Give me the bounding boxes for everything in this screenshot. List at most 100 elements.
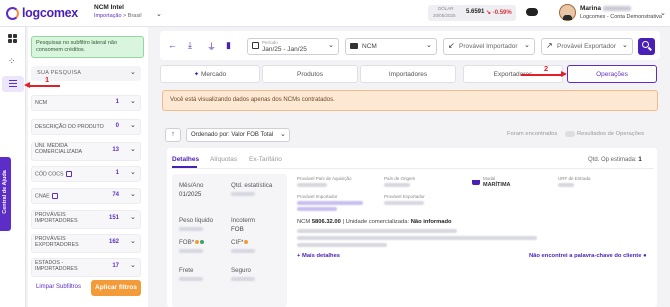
pais-aquisicao-label: Provável País de Aquisição [297,176,352,181]
filter-count: 1 [115,170,119,176]
importer-placeholder: Provável Importador [459,43,518,50]
chevron-down-icon[interactable]: ⌄ [130,121,136,129]
download-icon[interactable]: ⤓ [188,40,192,51]
cif-label-text: CIF* [231,239,244,246]
contract-warning: Você está visualizando dados apenas dos … [162,90,658,111]
info-dot-icon [244,240,249,245]
filter-label-text: CÓD COCS [35,171,64,178]
fob-label: FOB* [179,239,205,246]
annotation-arrow-2 [521,74,563,76]
tab-label: Mercado [200,71,227,78]
cloud-icon[interactable] [526,8,538,16]
tab-importadores[interactable]: Importadores [360,65,456,83]
keyword-not-found-text: Não encontrei a palavra-chave do cliente [529,253,642,259]
importador-redacted[interactable] [297,201,363,205]
info-icon [51,193,58,199]
ncm-select[interactable] [345,38,437,55]
chevron-down-icon: ⌄ [426,42,432,49]
filter-label: NCM [35,100,48,106]
qtd-estatistica-label: Qtd. estatística [231,182,273,189]
chevron-down-icon[interactable]: ⌄ [130,168,136,176]
tab-mercado[interactable]: ✦ Mercado [160,65,260,83]
info-dot-icon [195,240,200,245]
back-arrow-icon[interactable]: ← [168,40,177,50]
dolar-label: DÓLAR [438,6,454,11]
filter-label-text: CNAE [35,193,50,200]
pais-origem-label: País de Origem [384,176,416,181]
chevron-down-icon[interactable]: ⌄ [130,213,136,221]
order-by-select[interactable]: Ordenado por: Valor FOB Total [186,128,290,142]
mes-ano-value: 01/2025 [179,191,202,198]
dashboard-grid-icon[interactable] [8,34,17,43]
list-icon [9,80,17,87]
breadcrumb-link-importacao[interactable]: Importação [94,13,122,19]
results-found-suffix: Resultados de Operações [577,131,645,137]
results-count-placeholder [565,131,575,137]
sort-direction-button[interactable]: ↑ [165,128,181,142]
fob-label-text: FOB* [179,239,195,246]
chevron-down-icon[interactable]: ⌄ [130,190,136,198]
urf-label: URF de Entrada [558,176,591,181]
tab-ex-tarifario[interactable]: Ex-Tarifário [249,156,282,163]
exporter-placeholder: Provável Exportador [557,43,616,50]
annotation-number-1: 1 [45,75,50,84]
filter-label: DESCRIÇÃO DO PRODUTO [35,124,104,130]
ncm-info-line: NCM 5806.32.00 | Unidade comercializada:… [297,219,452,225]
chevron-down-icon[interactable]: ⌄ [130,237,136,245]
logo-text: logcomex [22,6,78,20]
cif-label: CIF* [231,239,249,246]
bookmark-icon[interactable]: ▮ [226,40,231,51]
description-redacted-2 [297,236,537,240]
frete-redacted [179,277,203,281]
cif-redacted [231,249,255,253]
filter-count: 17 [112,263,119,269]
filter-count: 162 [108,239,119,245]
fob-redacted [179,249,203,253]
chevron-down-icon[interactable]: ⌄ [130,97,136,105]
clear-filters-button[interactable]: Limpar Subfiltros [36,284,81,290]
user-menu-chevron-icon[interactable]: ⌄ [660,9,666,17]
breadcrumb-separator: > [123,13,127,19]
filter-clear-icon[interactable]: ⏚ [207,40,216,53]
page-title: NCM Intel [94,4,124,11]
briefcase-icon [350,43,358,49]
tab-produtos[interactable]: Produtos [262,65,358,83]
exportador-label: Provável Exportador [384,194,425,199]
filter-row-ncm[interactable] [31,95,141,111]
filter-count: 13 [112,147,119,153]
network-icon[interactable]: ⁘ [8,56,18,66]
description-redacted-3 [297,243,387,247]
exportador-redacted [384,201,424,205]
dolar-value: 5.6591 [466,9,485,15]
chevron-down-icon[interactable]: ⌄ [156,10,162,18]
qtd-op-label: Qtd. Op estimada: [588,157,637,163]
more-details-link[interactable]: + Mais detalhes [297,253,340,259]
chevron-down-icon[interactable]: ⌄ [130,68,136,76]
ncm-prefix: NCM [297,219,311,225]
apply-filters-button[interactable]: Aplicar filtros [91,280,141,296]
annotation-arrowhead-2 [561,71,567,77]
filter-count: 151 [108,215,119,221]
user-name-redacted [602,5,631,11]
logo[interactable]: logcomex [6,5,78,21]
qtd-op-estimada: Qtd. Op estimada: 1 [588,157,642,163]
filter-label: ESTADOS - IMPORTADORES [35,260,78,273]
chevron-down-icon[interactable]: ⌄ [130,261,136,269]
arrow-up-right-icon: ↗ [546,41,553,50]
annotation-arrowhead-1 [24,82,30,88]
chevron-down-icon: ⌄ [280,131,286,138]
chevron-down-icon[interactable]: ⌄ [130,145,136,153]
tab-detalhes[interactable]: Detalhes [172,156,199,163]
frete-label: Frete [179,267,194,274]
importador-redacted-2 [297,207,337,211]
chevron-down-icon: ⌄ [328,42,334,49]
keyword-not-found-link[interactable]: Não encontrei a palavra-chave do cliente… [529,253,647,259]
description-redacted-1 [297,229,457,233]
tab-aliquotas[interactable]: Alíquotas [210,156,237,163]
tab-operacoes[interactable]: Operações [567,65,657,83]
seguro-redacted [231,277,255,281]
filter-count: 0 [115,123,119,129]
urf-redacted [558,183,574,187]
ncm-select-value: NCM [362,43,377,50]
results-found-label: Foram encontrados [507,131,558,137]
